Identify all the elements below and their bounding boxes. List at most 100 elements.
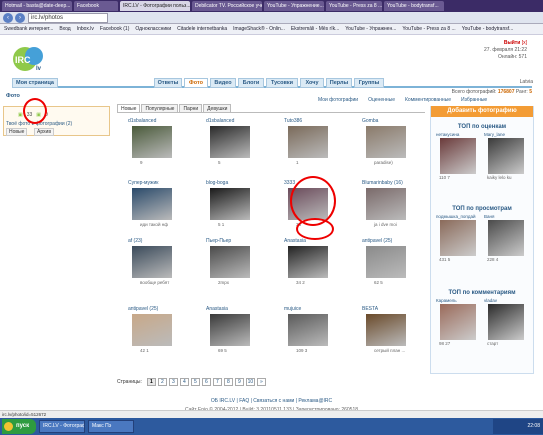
photo-card[interactable]: antipavel (25) 62 5 <box>362 238 424 298</box>
photo-card[interactable]: blog-boga 5 1 <box>206 180 268 240</box>
page-link[interactable]: 4 <box>179 378 189 386</box>
photo-author[interactable]: antipavel (25) <box>362 238 424 244</box>
page-link[interactable]: 9 <box>234 378 244 386</box>
top-photo-author[interactable]: Карамель <box>436 298 480 303</box>
forward-icon[interactable]: › <box>15 13 25 23</box>
photo-thumbnail[interactable] <box>132 126 172 158</box>
logout-link[interactable]: Выйти <box>504 40 520 46</box>
nav-tab-active[interactable]: Фото <box>184 78 208 88</box>
photo-author[interactable]: Blumarinbaby (16) <box>362 180 424 186</box>
bookmark[interactable]: YouTube - Упражнен... <box>345 26 396 32</box>
favorites-link[interactable]: Избранные <box>461 97 487 103</box>
site-logo[interactable]: IRC lv <box>12 46 48 72</box>
photo-card[interactable]: Anastasia 34 2 <box>284 238 346 298</box>
bookmark[interactable]: Ekstremāli - Mēs rīk... <box>291 26 339 32</box>
page-link[interactable]: 3 <box>168 378 178 386</box>
photo-thumbnail[interactable] <box>366 126 406 158</box>
photo-card[interactable]: Blumarinbaby (16) ja i dve moi <box>362 180 424 240</box>
taskbar-item[interactable]: Макс Пэ <box>88 420 134 433</box>
bookmark[interactable]: YouTube - Press za 8 ... <box>402 26 455 32</box>
photo-author[interactable]: Tuto386 <box>284 118 346 124</box>
top-photo-thumbnail[interactable] <box>440 220 476 256</box>
browser-tab-active[interactable]: IRC.LV - Фотографии польз... <box>120 1 190 11</box>
top-photo-author[interactable]: Mary_lane <box>484 132 528 137</box>
footer-links[interactable]: ОБ IRC.LV | FAQ | Связаться с нами | Рек… <box>0 396 543 407</box>
bookmark[interactable]: Вход <box>59 26 70 32</box>
my-photos-link[interactable]: Мои фотографии <box>318 97 358 103</box>
nav-tab[interactable]: Тусовки <box>266 78 298 88</box>
browser-tab[interactable]: Debilcator TV. Российское уче... <box>192 1 262 11</box>
photo-card[interactable]: Anastasia 69 5 <box>206 306 268 366</box>
nav-tab[interactable]: Видео <box>210 78 236 88</box>
top-photo-card[interactable]: Карамель 98 27 <box>436 298 480 358</box>
photo-card[interactable]: Tuto386 1 <box>284 118 346 178</box>
photo-card[interactable]: Пьер-Пьер 2mpx <box>206 238 268 298</box>
rated-link[interactable]: Оцененные <box>368 97 395 103</box>
top-photo-author[interactable]: нетакусина <box>436 132 480 137</box>
photo-author[interactable]: antipavel (25) <box>128 306 190 312</box>
taskbar-item[interactable]: IRC.LV - Фотографии... <box>39 420 85 433</box>
photo-thumbnail[interactable] <box>210 188 250 220</box>
photo-thumbnail[interactable] <box>132 188 172 220</box>
top-photo-thumbnail[interactable] <box>488 304 524 340</box>
bookmark[interactable]: Citadele internetbanka <box>177 26 227 32</box>
top-photo-thumbnail[interactable] <box>488 220 524 256</box>
photo-thumbnail[interactable] <box>366 188 406 220</box>
bookmark[interactable]: Facebook (1) <box>100 26 129 32</box>
bookmark[interactable]: Одноклассники <box>135 26 171 32</box>
photo-card[interactable]: mujuice 109 3 <box>284 306 346 366</box>
photo-card[interactable]: Супер-мужик иди такой нф <box>128 180 190 240</box>
photo-card[interactable]: af (23) вообще ребят <box>128 238 190 298</box>
page-link[interactable]: 6 <box>201 378 211 386</box>
nav-tab[interactable]: Группы <box>354 78 384 88</box>
back-icon[interactable]: ‹ <box>3 13 13 23</box>
top-photo-thumbnail[interactable] <box>440 138 476 174</box>
photo-card[interactable]: d1sbalanced 5 <box>206 118 268 178</box>
photo-thumbnail[interactable] <box>132 314 172 346</box>
photo-thumbnail[interactable] <box>288 126 328 158</box>
url-field[interactable]: irc.lv/photos <box>28 13 108 23</box>
browser-tab[interactable]: YouTube - bodytransf... <box>384 1 444 11</box>
photo-author[interactable]: blog-boga <box>206 180 268 186</box>
browser-tab[interactable]: Hotmail - basta@date-deep... <box>2 1 72 11</box>
photo-thumbnail[interactable] <box>210 246 250 278</box>
photo-author[interactable]: Супер-мужик <box>128 180 190 186</box>
next-page-link[interactable]: » <box>256 378 266 386</box>
nav-tab[interactable]: Хочу <box>300 78 324 88</box>
nav-tab[interactable]: Ответы <box>154 78 182 88</box>
region-link[interactable]: Latvia <box>520 79 533 85</box>
top-photo-author[interactable]: подмышка_попдай <box>436 214 480 219</box>
browser-tab[interactable]: YouTube - Упражнение... <box>264 1 324 11</box>
photo-author[interactable]: af (23) <box>128 238 190 244</box>
top-photo-thumbnail[interactable] <box>440 304 476 340</box>
top-photo-card[interactable]: нетакусина 110 7 <box>436 132 480 192</box>
photo-thumbnail[interactable] <box>132 246 172 278</box>
page-link[interactable]: 5 <box>190 378 200 386</box>
photo-thumbnail[interactable] <box>210 126 250 158</box>
photo-thumbnail[interactable] <box>210 314 250 346</box>
top-photo-card[interactable]: подмышка_попдай 431 5 <box>436 214 480 274</box>
bookmark[interactable]: ImageShack® - Onlin... <box>233 26 285 32</box>
photo-card[interactable]: d1sbalanced 9 <box>128 118 190 178</box>
browser-tab[interactable]: Facebook <box>74 1 118 11</box>
photo-thumbnail[interactable] <box>366 314 406 346</box>
bookmark[interactable]: YouTube - bodytransf... <box>462 26 514 32</box>
page-link[interactable]: 1 <box>146 378 156 386</box>
photo-thumbnail[interactable] <box>288 314 328 346</box>
photo-card[interactable]: Gomba paradise) <box>362 118 424 178</box>
new-button[interactable]: Новые <box>6 128 28 136</box>
page-link[interactable]: 7 <box>212 378 222 386</box>
browser-tab[interactable]: YouTube - Press za 8 ... <box>326 1 382 11</box>
photo-card[interactable]: BESTA сетрый план ... <box>362 306 424 366</box>
nav-tab[interactable]: Перлы <box>326 78 352 88</box>
photo-author[interactable]: d1sbalanced <box>206 118 268 124</box>
bookmark[interactable]: Swedbank интернет... <box>4 26 53 32</box>
page-link[interactable]: 10 <box>245 378 255 386</box>
nav-tab[interactable]: Блоги <box>238 78 264 88</box>
top-photo-card[interactable]: Mary_lane kaiky lelo ku <box>484 132 528 192</box>
photo-author[interactable]: d1sbalanced <box>128 118 190 124</box>
photo-author[interactable]: mujuice <box>284 306 346 312</box>
photo-thumbnail[interactable] <box>366 246 406 278</box>
photo-author[interactable]: Gomba <box>362 118 424 124</box>
archive-button[interactable]: Архив <box>34 128 55 136</box>
